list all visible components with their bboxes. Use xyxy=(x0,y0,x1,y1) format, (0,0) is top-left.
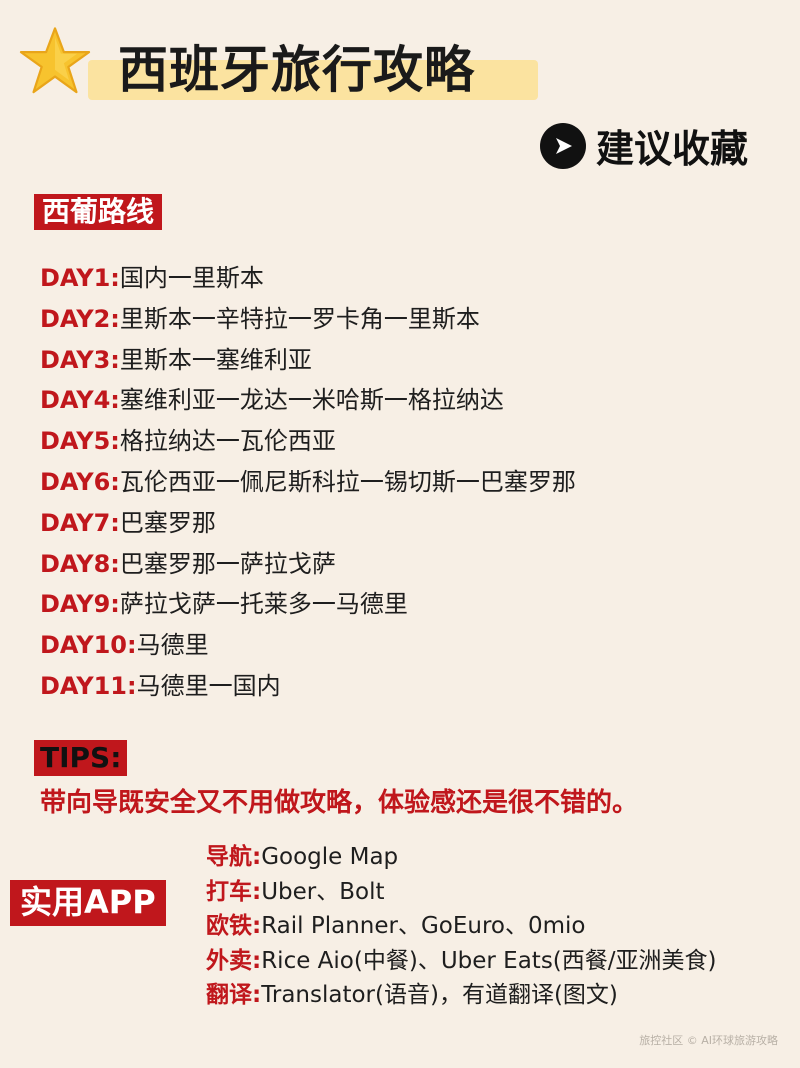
itinerary-day-row: DAY9:萨拉戈萨一托莱多一马德里 xyxy=(40,584,576,625)
tips-text: 带向导既安全又不用做攻略，体验感还是很不错的。 xyxy=(40,788,639,818)
day-route: 萨拉戈萨一托莱多一马德里 xyxy=(119,590,408,619)
day-label: DAY9: xyxy=(40,590,120,619)
app-row: 打车:Uber、Bolt xyxy=(206,875,717,910)
app-names: Rail Planner、GoEuro、0mio xyxy=(261,913,586,939)
itinerary-day-row: DAY2:里斯本一辛特拉一罗卡角一里斯本 xyxy=(40,299,576,340)
route-heading: 西葡路线 xyxy=(34,194,163,231)
watermark: 旅控社区 © AI环球旅游攻略 xyxy=(639,1034,778,1047)
day-label: DAY2: xyxy=(40,304,120,333)
itinerary-list: DAY1:国内一里斯本 DAY2:里斯本一辛特拉一罗卡角一里斯本 DAY3:里斯本一… xyxy=(40,258,576,707)
itinerary-day-row: DAY3:里斯本一塞维利亚 xyxy=(40,340,576,381)
app-names: Rice Aio(中餐)、Uber Eats(西餐/亚洲美食) xyxy=(261,947,717,974)
app-names: Uber、Bolt xyxy=(261,878,385,905)
apps-heading: 实用APP xyxy=(10,880,166,926)
itinerary-day-row: DAY8:巴塞罗那一萨拉戈萨 xyxy=(40,544,576,585)
app-category-label: 欧铁: xyxy=(206,913,262,939)
day-label: DAY10: xyxy=(40,631,137,660)
itinerary-day-row: DAY1:国内一里斯本 xyxy=(40,258,576,299)
day-label: DAY6: xyxy=(40,467,120,496)
star-icon xyxy=(19,27,91,94)
day-route: 巴塞罗那一萨拉戈萨 xyxy=(119,549,336,578)
day-label: DAY3: xyxy=(40,345,120,374)
app-row: 外卖:Rice Aio(中餐)、Uber Eats(西餐/亚洲美食) xyxy=(206,944,717,979)
day-route: 国内一里斯本 xyxy=(119,264,264,292)
day-label: DAY8: xyxy=(40,549,120,578)
day-route: 里斯本一辛特拉一罗卡角一里斯本 xyxy=(119,304,480,333)
day-route: 瓦伦西亚一佩尼斯科拉一锡切斯一巴塞罗那 xyxy=(119,467,576,496)
app-category-label: 翻译: xyxy=(206,982,262,1008)
app-row: 导航:Google Map xyxy=(206,840,717,875)
itinerary-day-row: DAY7:巴塞罗那 xyxy=(40,503,576,544)
app-row: 欧铁:Rail Planner、GoEuro、0mio xyxy=(206,909,717,944)
itinerary-day-row: DAY5:格拉纳达一瓦伦西亚 xyxy=(40,421,576,462)
app-category-label: 导航: xyxy=(206,844,262,870)
day-label: DAY7: xyxy=(40,508,120,537)
day-label: DAY4: xyxy=(40,386,120,415)
day-route: 塞维利亚一龙达一米哈斯一格拉纳达 xyxy=(119,386,504,415)
apps-list: 导航:Google Map 打车:Uber、Bolt 欧铁:Rail Planner… xyxy=(206,840,717,1013)
day-label: DAY11: xyxy=(40,671,137,700)
day-route: 马德里一国内 xyxy=(136,671,281,700)
app-category-label: 打车: xyxy=(206,878,262,905)
app-names: Translator(语音)，有道翻译(图文) xyxy=(261,982,618,1008)
day-route: 马德里 xyxy=(136,631,209,660)
itinerary-day-row: DAY4:塞维利亚一龙达一米哈斯一格拉纳达 xyxy=(40,380,576,421)
collect-label: 建议收藏 xyxy=(596,127,749,171)
day-label: DAY1: xyxy=(40,264,120,292)
app-category-label: 外卖: xyxy=(206,947,262,974)
day-route: 巴塞罗那 xyxy=(119,508,216,537)
day-route: 格拉纳达一瓦伦西亚 xyxy=(119,427,336,456)
day-route: 里斯本一塞维利亚 xyxy=(119,345,312,374)
itinerary-day-row: DAY10:马德里 xyxy=(40,625,576,666)
tips-heading: TIPS: xyxy=(34,740,128,777)
day-label: DAY5: xyxy=(40,427,120,456)
play-arrow-icon xyxy=(540,122,586,169)
itinerary-day-row: DAY6:瓦伦西亚一佩尼斯科拉一锡切斯一巴塞罗那 xyxy=(40,462,576,503)
app-row: 翻译:Translator(语音)，有道翻译(图文) xyxy=(206,978,717,1013)
page-title: 西班牙旅行攻略 xyxy=(118,41,475,99)
itinerary-day-row: DAY11:马德里一国内 xyxy=(40,666,576,707)
collect-badge: 建议收藏 xyxy=(540,118,748,173)
app-names: Google Map xyxy=(261,844,399,870)
